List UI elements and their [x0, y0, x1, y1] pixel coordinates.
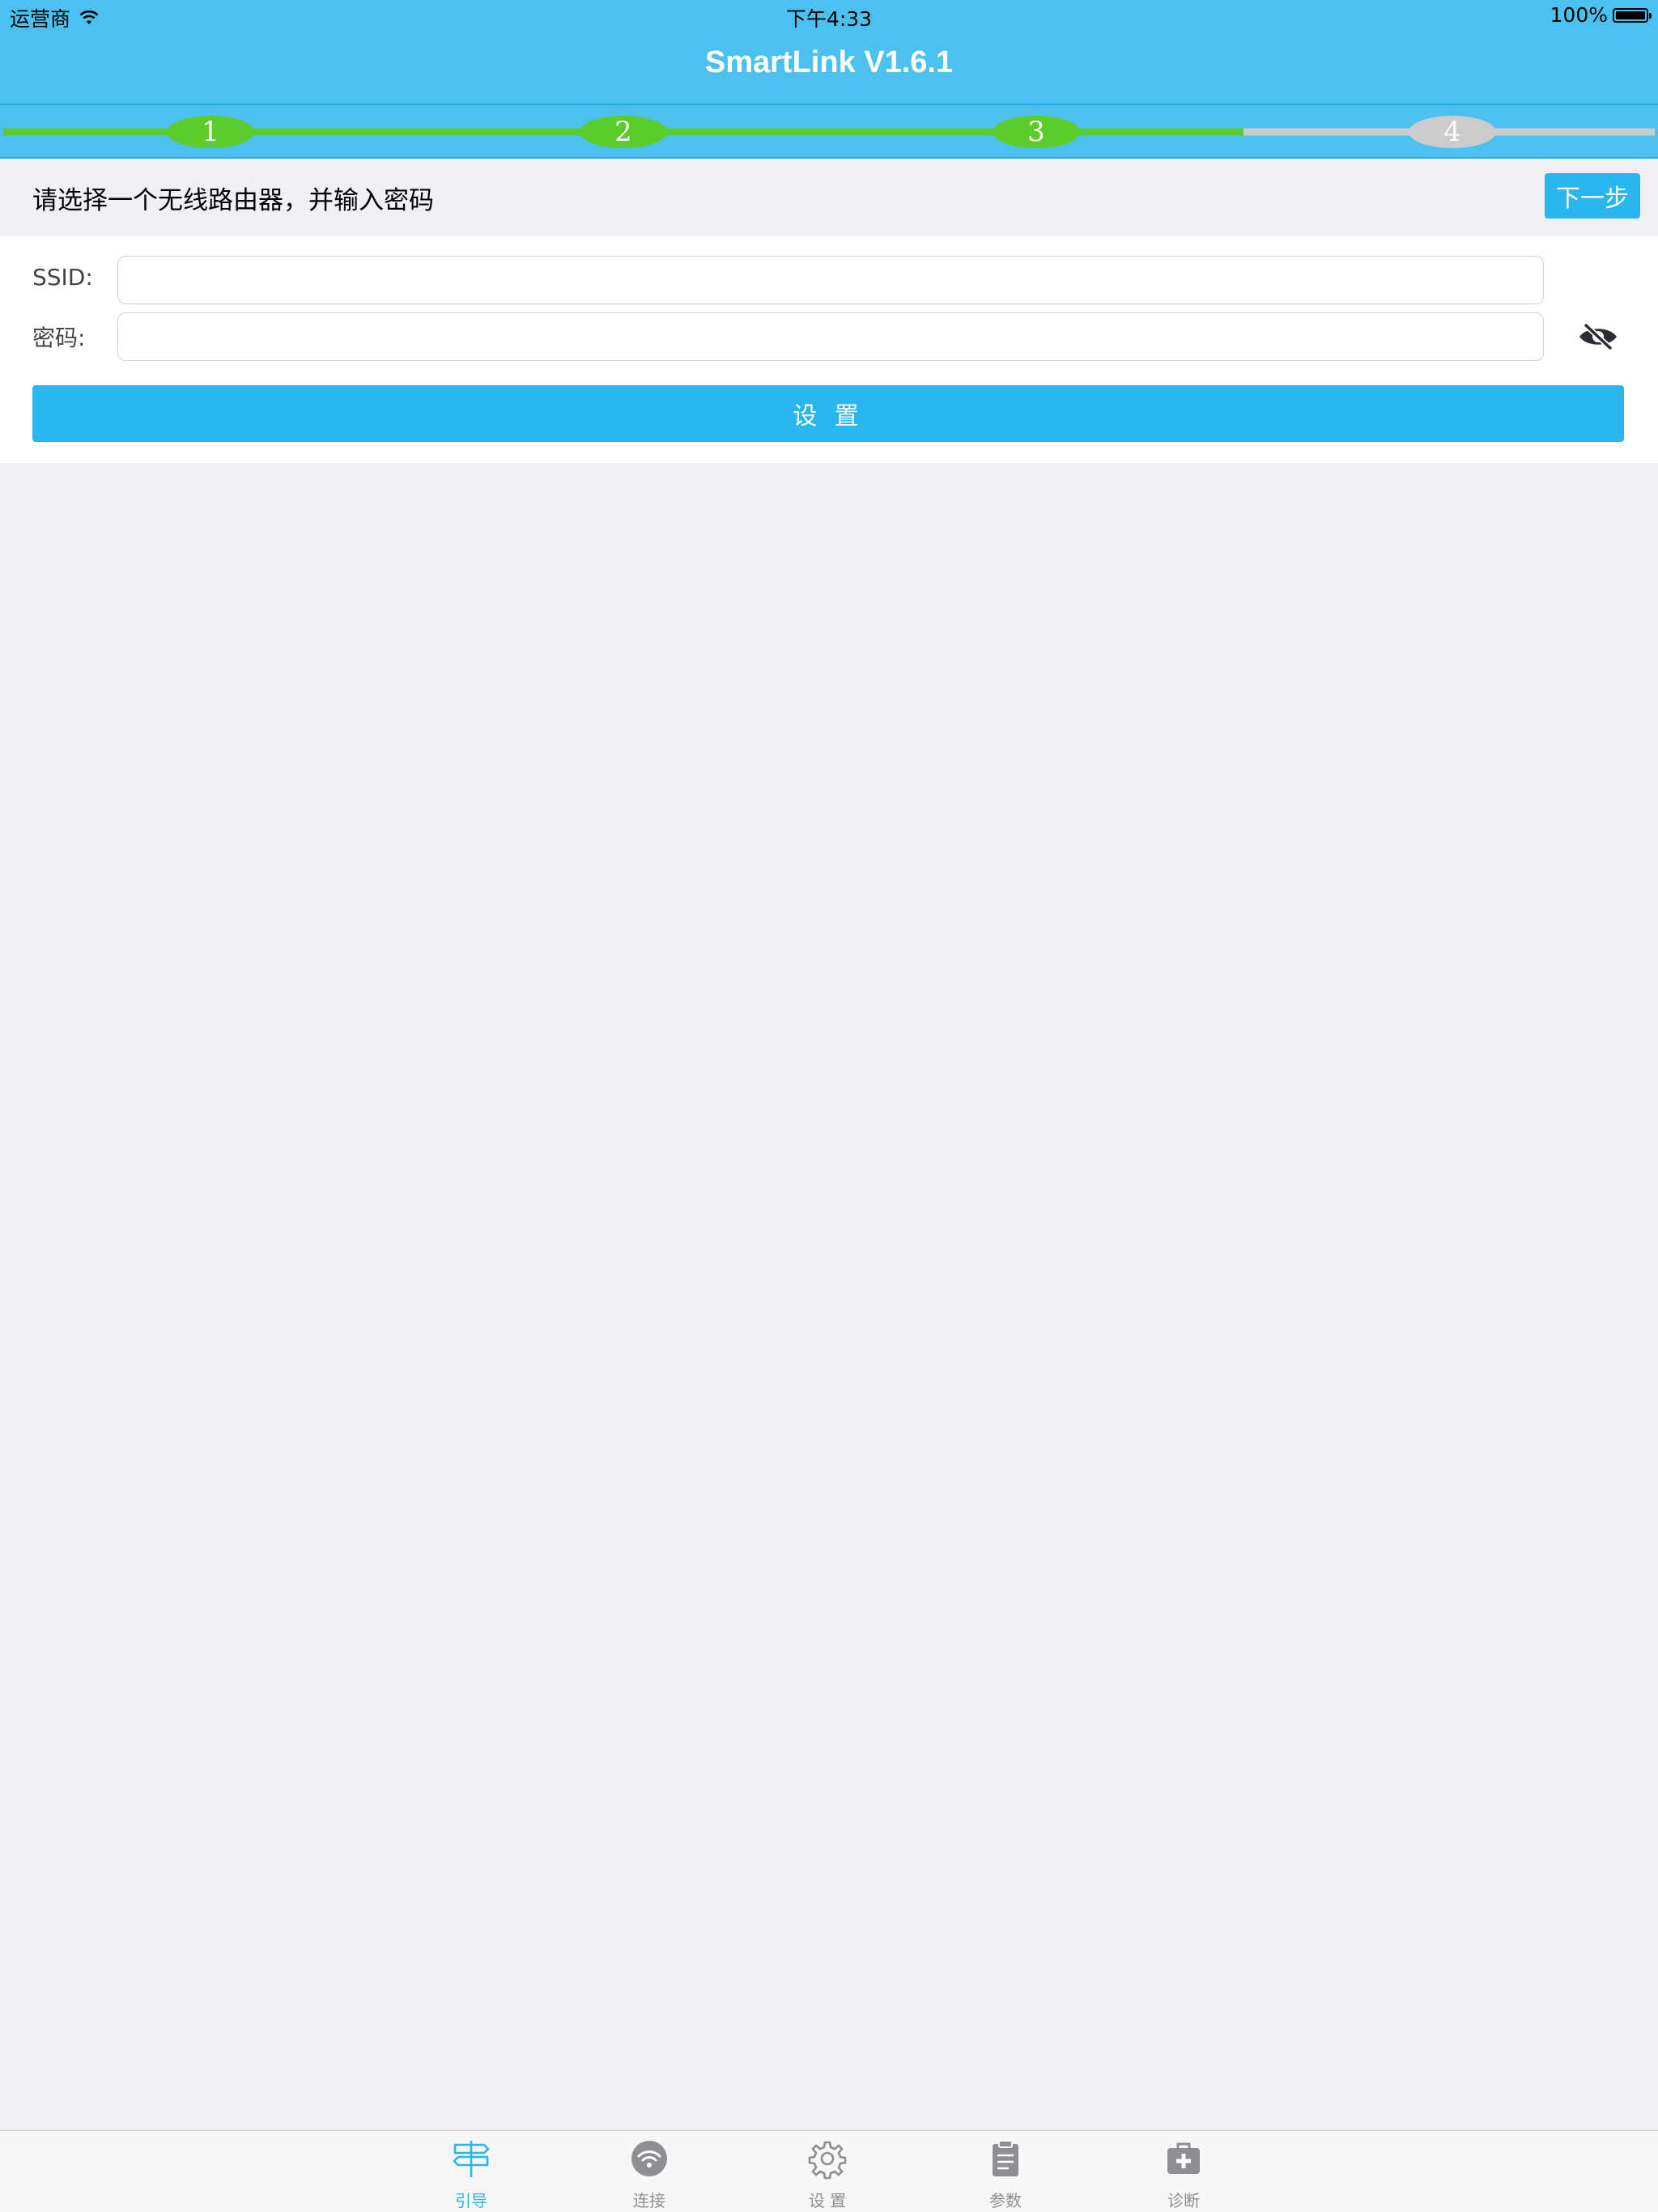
- battery-icon: [1613, 7, 1652, 23]
- first-aid-kit-icon: [1167, 2142, 1200, 2174]
- tab-bar: 引导 连接 设 置 参数 诊断: [0, 2130, 1658, 2212]
- step-3-label: 3: [1027, 116, 1045, 148]
- instruction-row: 请选择一个无线路由器，并输入密码 下一步: [0, 159, 1658, 236]
- wifi-form: SSID: 密码: 设 置: [0, 236, 1658, 463]
- tab-guide-label: 引导: [455, 2191, 487, 2210]
- wifi-icon: [631, 2141, 667, 2176]
- tab-settings[interactable]: 设 置: [779, 2138, 876, 2211]
- navigation-bar: SmartLink V1.6.1: [0, 32, 1658, 104]
- tab-connect[interactable]: 连接: [601, 2138, 698, 2211]
- clipboard-icon: [993, 2140, 1018, 2176]
- page-title: SmartLink V1.6.1: [704, 45, 954, 79]
- next-step-button[interactable]: 下一步: [1545, 173, 1640, 219]
- battery-group: 100%: [1550, 3, 1652, 27]
- progress-stepper: 1 2 3 4: [0, 104, 1658, 159]
- tab-diagnose-label: 诊断: [1167, 2191, 1200, 2210]
- signpost-icon: [453, 2141, 490, 2177]
- hide-password-icon[interactable]: [1577, 321, 1619, 353]
- password-label: 密码:: [32, 325, 86, 351]
- tab-diagnose[interactable]: 诊断: [1135, 2138, 1232, 2211]
- tab-connect-label: 连接: [633, 2191, 665, 2210]
- step-1-marker: 1: [167, 116, 254, 148]
- set-button[interactable]: 设 置: [32, 385, 1624, 442]
- tab-settings-label: 设 置: [808, 2191, 847, 2210]
- tab-guide[interactable]: 引导: [423, 2138, 520, 2211]
- step-4-marker: 4: [1409, 116, 1496, 148]
- step-2-marker: 2: [580, 116, 667, 148]
- battery-percent: 100%: [1550, 3, 1608, 27]
- ssid-input[interactable]: [117, 256, 1544, 304]
- ssid-label: SSID:: [32, 264, 93, 291]
- status-bar: 运营商 下午4:33 100%: [0, 0, 1658, 32]
- status-time: 下午4:33: [785, 7, 873, 31]
- step-3-marker: 3: [993, 116, 1080, 148]
- step-1-label: 1: [202, 116, 219, 148]
- step-4-label: 4: [1443, 116, 1461, 148]
- step-2-label: 2: [614, 116, 632, 148]
- tab-parameters-label: 参数: [989, 2191, 1022, 2210]
- instruction-text: 请选择一个无线路由器，并输入密码: [32, 186, 434, 215]
- gear-icon: [808, 2141, 847, 2180]
- tab-parameters[interactable]: 参数: [957, 2138, 1054, 2211]
- password-input[interactable]: [117, 312, 1544, 361]
